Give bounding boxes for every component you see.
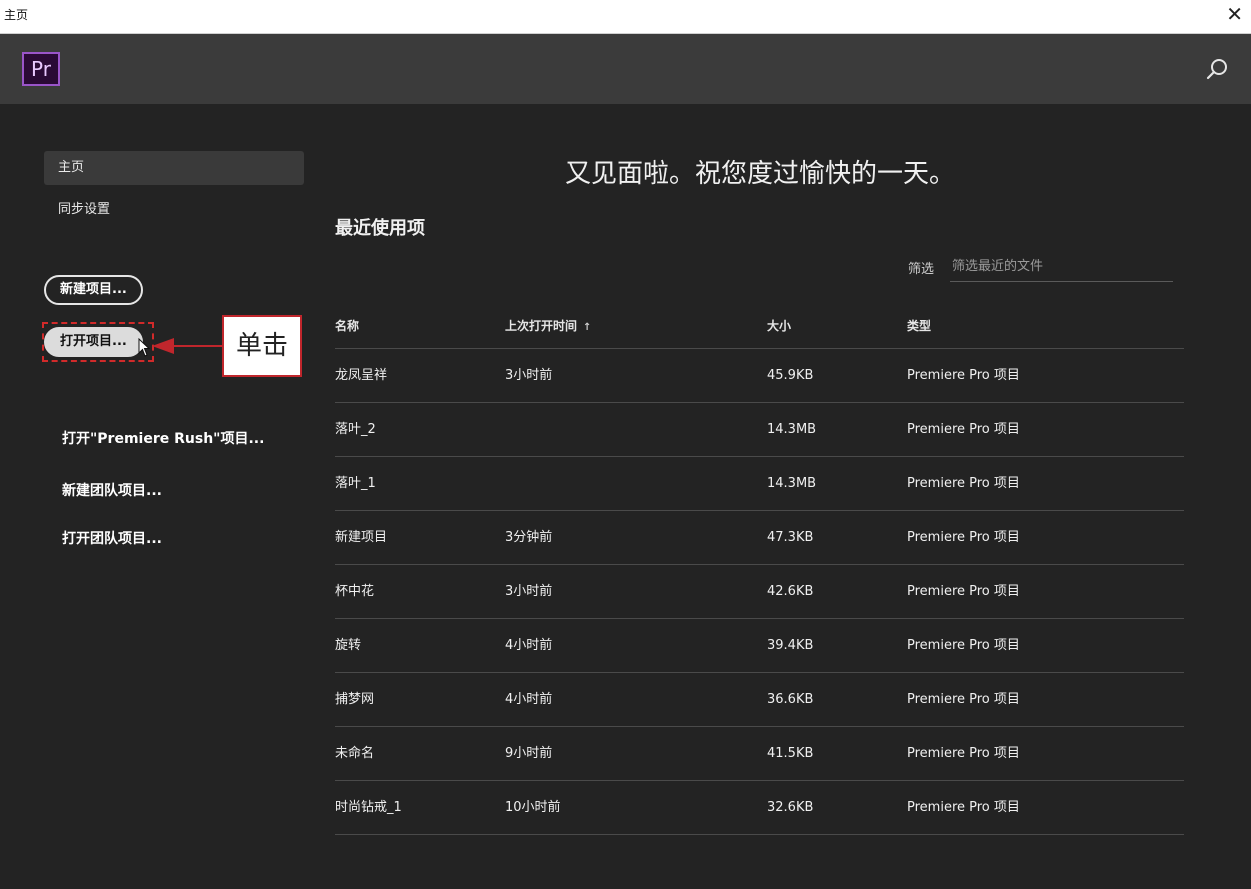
row-type: Premiere Pro 项目 [907, 746, 1020, 761]
arrow-icon [152, 338, 224, 354]
column-type[interactable]: 类型 [907, 312, 931, 340]
table-row[interactable]: 落叶_1 14.3MB Premiere Pro 项目 [335, 457, 1184, 511]
row-size: 32.6KB [767, 800, 814, 815]
row-type: Premiere Pro 项目 [907, 638, 1020, 653]
row-size: 41.5KB [767, 746, 814, 761]
table-row[interactable]: 落叶_2 14.3MB Premiere Pro 项目 [335, 403, 1184, 457]
row-size: 14.3MB [767, 476, 817, 491]
table-row[interactable]: 时尚钻戒_1 10小时前 32.6KB Premiere Pro 项目 [335, 781, 1184, 835]
row-size: 14.3MB [767, 422, 817, 437]
table-row[interactable]: 新建项目 3分钟前 47.3KB Premiere Pro 项目 [335, 511, 1184, 565]
row-name: 时尚钻戒_1 [335, 800, 402, 815]
filter-label: 筛选 [908, 262, 935, 277]
app-header: Pr [0, 34, 1251, 104]
row-size: 42.6KB [767, 584, 814, 599]
sidebar-item-label: 同步设置 [58, 202, 111, 217]
search-icon[interactable] [1205, 56, 1231, 82]
close-icon[interactable]: ✕ [1226, 2, 1243, 26]
row-name: 杯中花 [335, 584, 375, 599]
table-row[interactable]: 未命名 9小时前 41.5KB Premiere Pro 项目 [335, 727, 1184, 781]
row-name: 捕梦网 [335, 692, 375, 707]
table-row[interactable]: 旋转 4小时前 39.4KB Premiere Pro 项目 [335, 619, 1184, 673]
window-title: 主页 [4, 8, 29, 22]
row-size: 47.3KB [767, 530, 814, 545]
sidebar-item-label: 主页 [58, 160, 85, 175]
open-rush-project-link[interactable]: 打开"Premiere Rush"项目... [62, 428, 264, 448]
table-header: 名称 上次打开时间 ↑ 大小 类型 [335, 312, 1184, 349]
sidebar-item-home[interactable]: 主页 [44, 151, 304, 185]
row-name: 落叶_1 [335, 476, 376, 491]
row-name: 旋转 [335, 638, 362, 653]
row-type: Premiere Pro 项目 [907, 422, 1020, 437]
new-team-project-link[interactable]: 新建团队项目... [62, 480, 162, 500]
row-name: 龙凤呈祥 [335, 368, 388, 383]
filter-input[interactable] [950, 252, 1173, 282]
row-name: 落叶_2 [335, 422, 376, 437]
recent-table: 名称 上次打开时间 ↑ 大小 类型 龙凤呈祥 3小时前 45.9KB Premie… [335, 312, 1184, 835]
row-type: Premiere Pro 项目 [907, 368, 1020, 383]
greeting-text: 又见面啦。祝您度过愉快的一天。 [564, 159, 955, 189]
row-time: 3小时前 [505, 368, 553, 383]
row-time: 3分钟前 [505, 530, 553, 545]
recent-title: 最近使用项 [335, 218, 425, 239]
window-titlebar: 主页 ✕ [0, 0, 1251, 34]
row-type: Premiere Pro 项目 [907, 530, 1020, 545]
table-row[interactable]: 杯中花 3小时前 42.6KB Premiere Pro 项目 [335, 565, 1184, 619]
open-team-project-link[interactable]: 打开团队项目... [62, 528, 162, 548]
row-time: 4小时前 [505, 692, 553, 707]
column-name[interactable]: 名称 [335, 312, 359, 340]
row-type: Premiere Pro 项目 [907, 476, 1020, 491]
row-size: 36.6KB [767, 692, 814, 707]
row-size: 39.4KB [767, 638, 814, 653]
premiere-logo: Pr [22, 52, 60, 86]
column-size[interactable]: 大小 [767, 312, 791, 340]
column-last-opened[interactable]: 上次打开时间 ↑ [505, 312, 591, 342]
row-time: 3小时前 [505, 584, 553, 599]
table-row[interactable]: 龙凤呈祥 3小时前 45.9KB Premiere Pro 项目 [335, 349, 1184, 403]
row-time: 10小时前 [505, 800, 561, 815]
row-name: 新建项目 [335, 530, 388, 545]
sidebar-item-sync-settings[interactable]: 同步设置 [44, 193, 304, 227]
row-name: 未命名 [335, 746, 375, 761]
row-size: 45.9KB [767, 368, 814, 383]
column-label: 上次打开时间 [505, 319, 578, 333]
row-time: 9小时前 [505, 746, 553, 761]
table-row[interactable]: 捕梦网 4小时前 36.6KB Premiere Pro 项目 [335, 673, 1184, 727]
row-type: Premiere Pro 项目 [907, 692, 1020, 707]
sort-arrow-icon: ↑ [583, 322, 592, 333]
row-type: Premiere Pro 项目 [907, 800, 1020, 815]
new-project-button[interactable]: 新建项目... [44, 275, 143, 305]
row-type: Premiere Pro 项目 [907, 584, 1020, 599]
row-time: 4小时前 [505, 638, 553, 653]
callout-label: 单击 [222, 315, 302, 377]
